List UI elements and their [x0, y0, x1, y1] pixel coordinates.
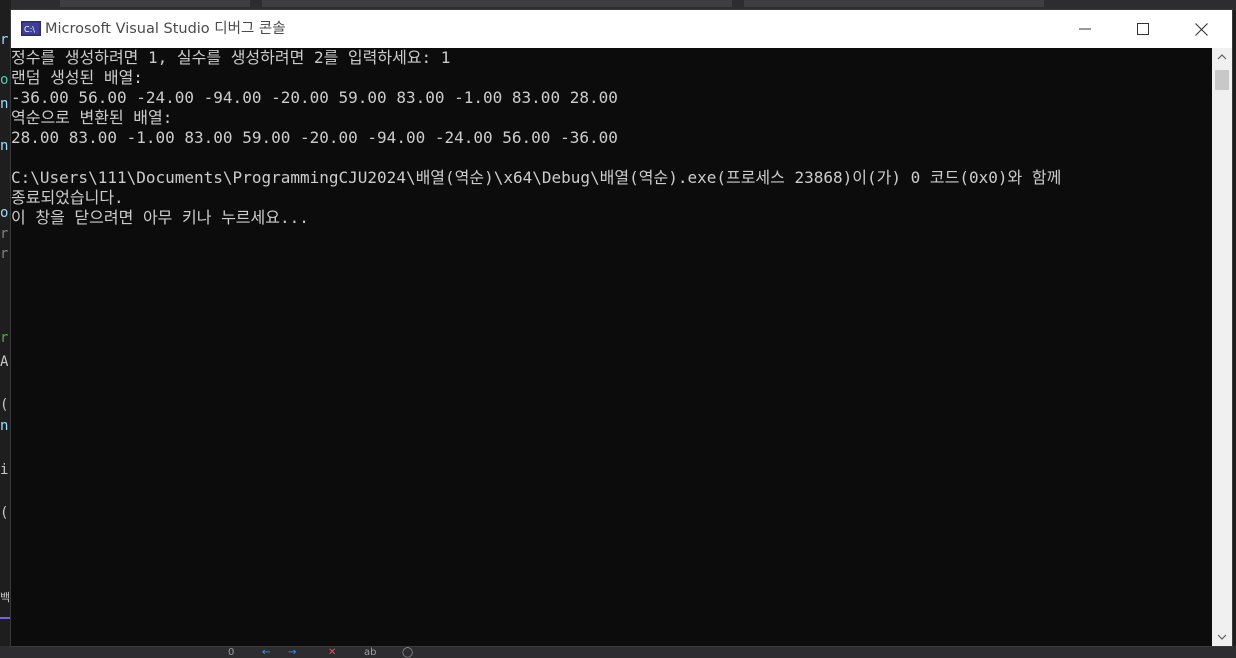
minimize-icon [1079, 28, 1091, 30]
ide-code-fragment: o [0, 72, 9, 88]
console-line: 역순으로 변환된 배열: [11, 108, 173, 127]
console-line: C:\Users\111\Documents\ProgrammingCJU202… [11, 168, 1062, 187]
ide-code-fragment: r [0, 226, 9, 242]
console-line: 정수를 생성하려면 1, 실수를 생성하려면 2를 입력하세요: 1 [11, 48, 451, 67]
forward-arrow-icon[interactable]: → [288, 648, 296, 658]
close-icon [1194, 22, 1208, 36]
app-icon-text: C:\ [24, 25, 35, 34]
ide-tab-strip [0, 0, 1236, 10]
ide-editor-fragment: r o n n o r r r A ( n i ( 백 [0, 0, 11, 658]
close-button[interactable] [1172, 10, 1230, 48]
maximize-button[interactable] [1114, 10, 1172, 48]
ide-code-fragment: r [0, 32, 9, 48]
ide-code-fragment: o [0, 205, 9, 221]
ide-code-fragment: n [0, 418, 9, 434]
ide-code-fragment: 백 [0, 591, 11, 604]
scroll-up-button[interactable] [1212, 48, 1232, 66]
clear-icon[interactable]: ✕ [328, 648, 336, 658]
ide-code-fragment: n [0, 96, 9, 112]
console-line: 28.00 83.00 -1.00 83.00 59.00 -20.00 -94… [11, 128, 618, 147]
ide-code-fragment: A [0, 354, 9, 370]
console-app-icon: C:\ [21, 21, 41, 36]
ide-tab[interactable] [60, 0, 250, 7]
ide-tab[interactable] [262, 0, 732, 7]
scroll-down-button[interactable] [1212, 628, 1232, 646]
console-line: 랜덤 생성된 배열: [11, 68, 143, 87]
ide-accent-line [0, 617, 11, 619]
word-wrap-icon[interactable]: ab [364, 648, 376, 658]
ide-code-fragment: r [0, 330, 9, 346]
chevron-up-icon [1217, 54, 1227, 60]
console-line: 이 창을 닫으려면 아무 키나 누르세요... [11, 208, 309, 227]
vertical-scrollbar[interactable] [1212, 48, 1232, 646]
ide-code-fragment: i [0, 462, 9, 478]
back-arrow-icon[interactable]: ← [262, 648, 270, 658]
ide-bottom-toolbar: 0 ← → ✕ ab ◯ [0, 646, 1236, 658]
maximize-icon [1137, 23, 1149, 35]
window-title: Microsoft Visual Studio 디버그 콘솔 [45, 21, 286, 37]
ide-tab[interactable] [744, 0, 1044, 7]
ide-toolbar-item[interactable]: 0 [228, 648, 234, 658]
chevron-down-icon [1217, 634, 1227, 640]
console-line: -36.00 56.00 -24.00 -94.00 -20.00 59.00 … [11, 88, 618, 107]
ide-code-fragment: r [0, 246, 9, 262]
ide-code-fragment: ( [0, 397, 9, 413]
settings-icon[interactable]: ◯ [402, 648, 413, 658]
window-titlebar[interactable]: C:\ Microsoft Visual Studio 디버그 콘솔 [11, 10, 1232, 48]
scroll-thumb[interactable] [1215, 70, 1229, 90]
ide-code-fragment: n [0, 138, 9, 154]
console-line: 종료되었습니다. [11, 188, 124, 207]
minimize-button[interactable] [1056, 10, 1114, 48]
debug-console-window: C:\ Microsoft Visual Studio 디버그 콘솔 정수를 생… [11, 10, 1232, 646]
ide-code-fragment: ( [0, 505, 9, 521]
console-output[interactable]: 정수를 생성하려면 1, 실수를 생성하려면 2를 입력하세요: 1 랜덤 생성… [11, 48, 1212, 646]
